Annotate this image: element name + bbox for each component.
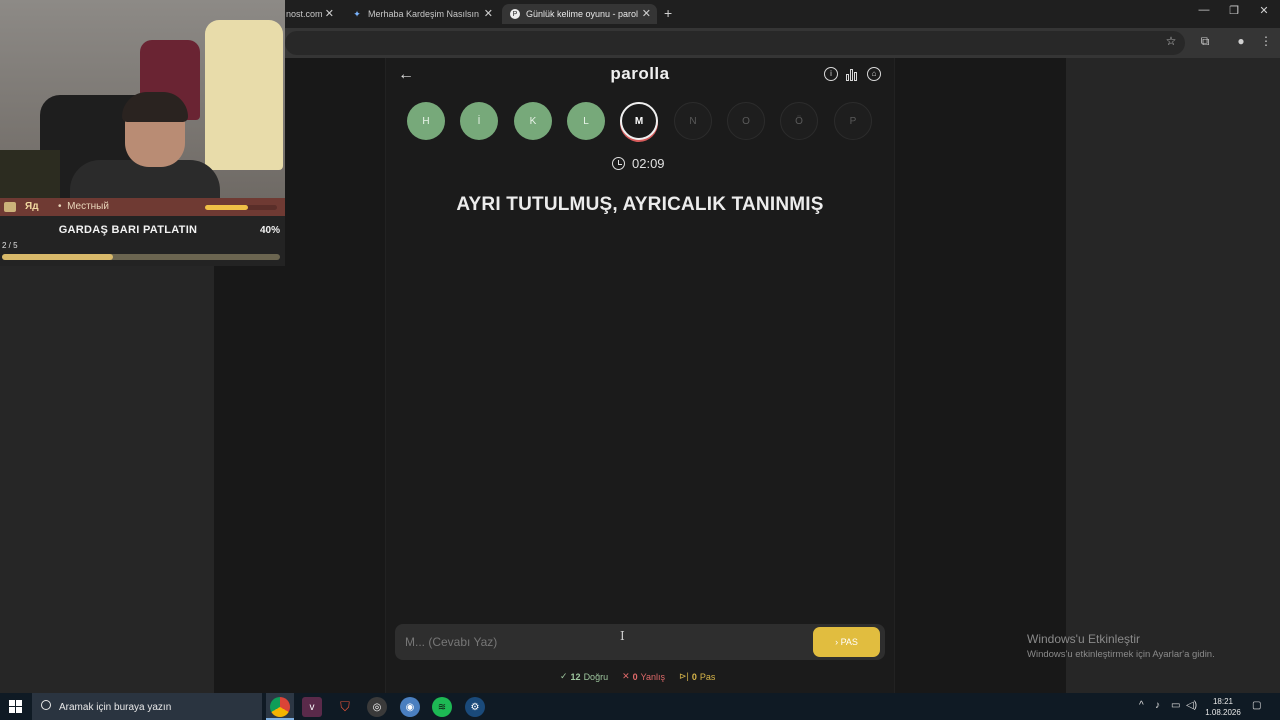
- restore-button[interactable]: ❐: [1224, 4, 1244, 17]
- correct-label: Doğru: [583, 671, 609, 682]
- cream-jersey: [205, 20, 283, 170]
- stat-wrong: ✕ 0 Yanlış: [622, 671, 665, 682]
- skip-icon: ⊳|: [679, 671, 689, 681]
- tab-3-title: Günlük kelime oyunu - parolla: [526, 9, 638, 19]
- minimize-button[interactable]: —: [1194, 4, 1214, 16]
- letter-k: K: [514, 102, 552, 140]
- menu-kebab-icon[interactable]: ⋮: [1258, 34, 1274, 48]
- profile-avatar-icon[interactable]: ●: [1233, 34, 1249, 48]
- watermark-title: Windows'u Etkinleştir: [1027, 632, 1140, 646]
- microphone-icon[interactable]: ♪: [1155, 700, 1160, 711]
- rank-role: • Местный: [58, 201, 109, 212]
- timer-value: 02:09: [632, 156, 665, 171]
- goal-progress-fill: [2, 254, 114, 260]
- answer-input[interactable]: [405, 633, 785, 651]
- countdown-timer: 02:09: [612, 156, 665, 171]
- clock-time: 18:21: [1212, 697, 1234, 706]
- role-text: Местный: [67, 201, 109, 212]
- windows-start-icon[interactable]: [9, 700, 22, 713]
- brave-shield-icon[interactable]: ⛉: [335, 697, 355, 717]
- extensions-icon[interactable]: ⧉: [1197, 34, 1213, 49]
- watermark-subtitle: Windows'u etkinleştirmek için Ayarlar'a …: [1027, 649, 1215, 660]
- correct-count: 12: [570, 671, 581, 682]
- tab-3-active[interactable]: P Günlük kelime oyunu - parolla ✕: [502, 4, 657, 24]
- pass-label: Pas: [699, 671, 716, 682]
- steam-icon[interactable]: ⚙: [465, 697, 485, 717]
- wrong-label: Yanlış: [640, 671, 665, 682]
- activation-watermark: Windows'u Etkinleştir Windows'u etkinleş…: [1027, 632, 1215, 660]
- new-tab-button[interactable]: +: [664, 5, 672, 21]
- address-bar[interactable]: [285, 31, 1185, 55]
- volume-icon[interactable]: ◁): [1186, 700, 1197, 711]
- tab-2-title: Merhaba Kardeşim Nasılsın Diy: [368, 9, 480, 19]
- letter-m-current: M: [620, 102, 658, 140]
- tab-1-title: nost.com: [286, 9, 323, 19]
- window-close-button[interactable]: ✕: [1254, 4, 1274, 17]
- tray-chevron-icon[interactable]: ^: [1139, 700, 1144, 711]
- network-icon[interactable]: ▭: [1171, 700, 1180, 711]
- answer-box: [395, 624, 885, 660]
- app-v-icon[interactable]: v: [302, 697, 322, 717]
- system-clock[interactable]: 18:21 1.08.2026: [1203, 696, 1243, 718]
- letter-o-umlaut: Ö: [780, 102, 818, 140]
- user-profile-icon[interactable]: ⌂: [867, 67, 881, 81]
- score-stats: ✓ 12 Doğru ✕ 0 Yanlış ⊳| 0 Pas: [560, 671, 729, 682]
- right-side-panel: [1066, 58, 1280, 693]
- search-icon: [41, 700, 51, 710]
- goal-title: GARDAŞ BARI PATLATIN: [58, 224, 198, 236]
- letter-progress-row: H İ K L M N O Ö P: [407, 102, 877, 142]
- taskbar-search-text: Aramak için buraya yazın: [59, 702, 172, 713]
- parolla-logo[interactable]: parolla: [590, 64, 690, 84]
- tab-1[interactable]: nost.com ✕: [278, 4, 340, 24]
- rank-progress-fill: [205, 205, 249, 210]
- letter-i-dotted: İ: [460, 102, 498, 140]
- question-text: AYRI TUTULMUŞ, AYRICALIK TANINMIŞ: [456, 194, 824, 215]
- wrong-count: 0: [632, 671, 638, 682]
- game-container: [385, 58, 895, 693]
- streamer-headset: [122, 92, 188, 122]
- obs-icon[interactable]: ◎: [367, 697, 387, 717]
- letter-n: N: [674, 102, 712, 140]
- goal-count: 2 / 5: [2, 241, 18, 250]
- tab-2-close-icon[interactable]: ✕: [484, 7, 493, 20]
- check-icon: ✓: [560, 671, 568, 681]
- stats-chart-icon[interactable]: [846, 68, 859, 81]
- parolla-favicon-icon: P: [510, 9, 520, 19]
- letter-p: P: [834, 102, 872, 140]
- goal-percent: 40%: [260, 225, 281, 236]
- letter-h: H: [407, 102, 445, 140]
- globe-app-icon[interactable]: ◉: [400, 697, 420, 717]
- gemini-star-icon: ✦: [353, 8, 361, 19]
- pass-count: 0: [691, 671, 697, 682]
- rank-badge-icon: [4, 202, 16, 212]
- clock-icon: [612, 157, 625, 170]
- rank-label: Яд: [25, 201, 39, 212]
- pass-button[interactable]: › PAS: [813, 627, 880, 657]
- tab-2[interactable]: ✦ Merhaba Kardeşim Nasılsın Diy ✕: [344, 4, 499, 24]
- bookmark-star-icon[interactable]: ☆: [1163, 34, 1179, 48]
- notification-icon[interactable]: ▢: [1252, 700, 1261, 711]
- clock-date: 1.08.2026: [1205, 708, 1241, 717]
- letter-l: L: [567, 102, 605, 140]
- cross-icon: ✕: [622, 671, 630, 681]
- letter-o: O: [727, 102, 765, 140]
- text-cursor-icon: I: [620, 629, 625, 643]
- chrome-icon[interactable]: [270, 697, 290, 717]
- back-arrow-button[interactable]: ←: [398, 66, 414, 84]
- rank-separator: •: [58, 201, 62, 212]
- info-icon[interactable]: i: [824, 67, 838, 81]
- spotify-icon[interactable]: ≋: [432, 697, 452, 717]
- tab-1-close-icon[interactable]: ✕: [325, 7, 334, 20]
- stat-correct: ✓ 12 Doğru: [560, 671, 608, 682]
- stat-pass: ⊳| 0 Pas: [679, 671, 715, 682]
- webcam-feed: [0, 0, 285, 198]
- tab-3-close-icon[interactable]: ✕: [642, 7, 651, 20]
